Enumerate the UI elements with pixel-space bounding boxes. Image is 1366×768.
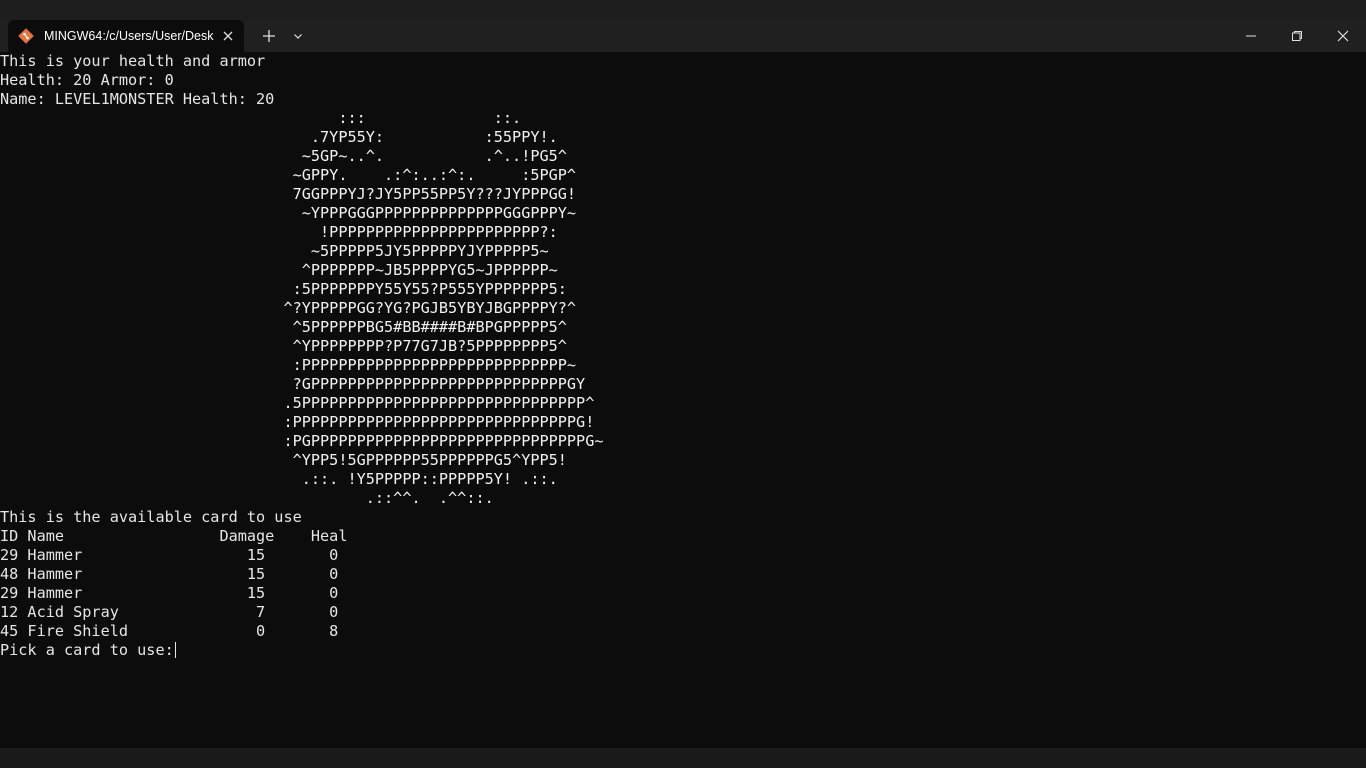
- taskbar-strip: [0, 748, 1366, 768]
- tab-close-button[interactable]: [218, 26, 238, 46]
- ascii-art-line: :PGPPPPPPPPPPPPPPPPPPPPPPPPPPPPPPG~: [0, 432, 604, 450]
- plus-icon: [263, 30, 275, 42]
- terminal-window: MINGW64:/c/Users/User/Desk This is your …: [0, 0, 1366, 768]
- restore-button[interactable]: [1274, 20, 1320, 52]
- ascii-art-line: !PPPPPPPPPPPPPPPPPPPPPPP?:: [0, 223, 558, 241]
- ascii-art-line: ~GPPY. .:^:..:^:. :5PGP^: [0, 166, 577, 184]
- close-icon: [223, 31, 233, 41]
- ascii-art-line: ~5GP~..^. .^..!PG5^: [0, 147, 567, 165]
- ascii-art-line: ^YPPPPPPPP?P77G7JB?5PPPPPPPP5^: [0, 337, 567, 355]
- ascii-art-line: ^?YPPPPPGG?YG?PGJB5YBYJBGPPPPY?^: [0, 299, 577, 317]
- player-stats: Health: 20 Armor: 0: [0, 71, 174, 89]
- title-bar: MINGW64:/c/Users/User/Desk: [0, 20, 1366, 52]
- ascii-art-line: ~5PPPPP5JY5PPPPPYJYPPPPP5~: [0, 242, 549, 260]
- ascii-art-line: 7GGPPPYJ?JY5PP55PP5Y???JYPPPGG!: [0, 185, 577, 203]
- prompt-line[interactable]: Pick a card to use:: [0, 641, 1366, 660]
- cards-table-header: ID Name Damage Heal: [0, 527, 348, 545]
- terminal-output[interactable]: This is your health and armor Health: 20 …: [0, 52, 1366, 748]
- desktop-top-strip: [0, 0, 1366, 20]
- status-intro: This is your health and armor: [0, 52, 266, 70]
- ascii-art-line: ~YPPPGGGPPPPPPPPPPPPPPGGGPPPY~: [0, 204, 577, 222]
- text-cursor: [174, 642, 176, 658]
- chevron-down-icon: [294, 34, 302, 39]
- card-row: 29 Hammer 15 0: [0, 546, 339, 564]
- minimize-icon: [1246, 35, 1256, 37]
- ascii-art-line: .::. !Y5PPPPP::PPPPP5Y! .::.: [0, 470, 558, 488]
- ascii-art-line: ^YPP5!5GPPPPPP55PPPPPPG5^YPP5!: [0, 451, 567, 469]
- tab-dropdown-button[interactable]: [288, 26, 308, 46]
- tab-mingw64[interactable]: MINGW64:/c/Users/User/Desk: [8, 20, 244, 52]
- card-row: 12 Acid Spray 7 0: [0, 603, 339, 621]
- monster-stats: Name: LEVEL1MONSTER Health: 20: [0, 90, 275, 108]
- tab-title: MINGW64:/c/Users/User/Desk: [44, 29, 214, 43]
- ascii-art-line: ^PPPPPPP~JB5PPPPYG5~JPPPPPP~: [0, 261, 558, 279]
- ascii-art-line: :PPPPPPPPPPPPPPPPPPPPPPPPPPPPP~: [0, 356, 577, 374]
- ascii-art-line: .7YP55Y: :55PPY!.: [0, 128, 558, 146]
- minimize-button[interactable]: [1228, 20, 1274, 52]
- card-row: 48 Hammer 15 0: [0, 565, 339, 583]
- new-tab-button[interactable]: [258, 26, 280, 46]
- ascii-art-line: ?GPPPPPPPPPPPPPPPPPPPPPPPPPPPPGY: [0, 375, 586, 393]
- close-icon: [1337, 30, 1349, 42]
- ascii-art-line: ::: ::.: [0, 109, 522, 127]
- prompt-text: Pick a card to use:: [0, 641, 174, 659]
- card-row: 29 Hammer 15 0: [0, 584, 339, 602]
- card-row: 45 Fire Shield 0 8: [0, 622, 339, 640]
- ascii-art-line: ^5PPPPPPBG5#BB####B#BPGPPPPP5^: [0, 318, 567, 336]
- git-diamond-icon: [18, 28, 34, 44]
- close-window-button[interactable]: [1320, 20, 1366, 52]
- ascii-art-line: .5PPPPPPPPPPPPPPPPPPPPPPPPPPPPPPP^: [0, 394, 595, 412]
- ascii-art-line: .::^^. .^^::.: [0, 489, 494, 507]
- ascii-art-line: :5PPPPPPPY55Y55?P555YPPPPPPP5:: [0, 280, 567, 298]
- ascii-art-line: :PPPPPPPPPPPPPPPPPPPPPPPPPPPPPPPG!: [0, 413, 595, 431]
- cards-intro: This is the available card to use: [0, 508, 302, 526]
- restore-icon: [1292, 31, 1302, 41]
